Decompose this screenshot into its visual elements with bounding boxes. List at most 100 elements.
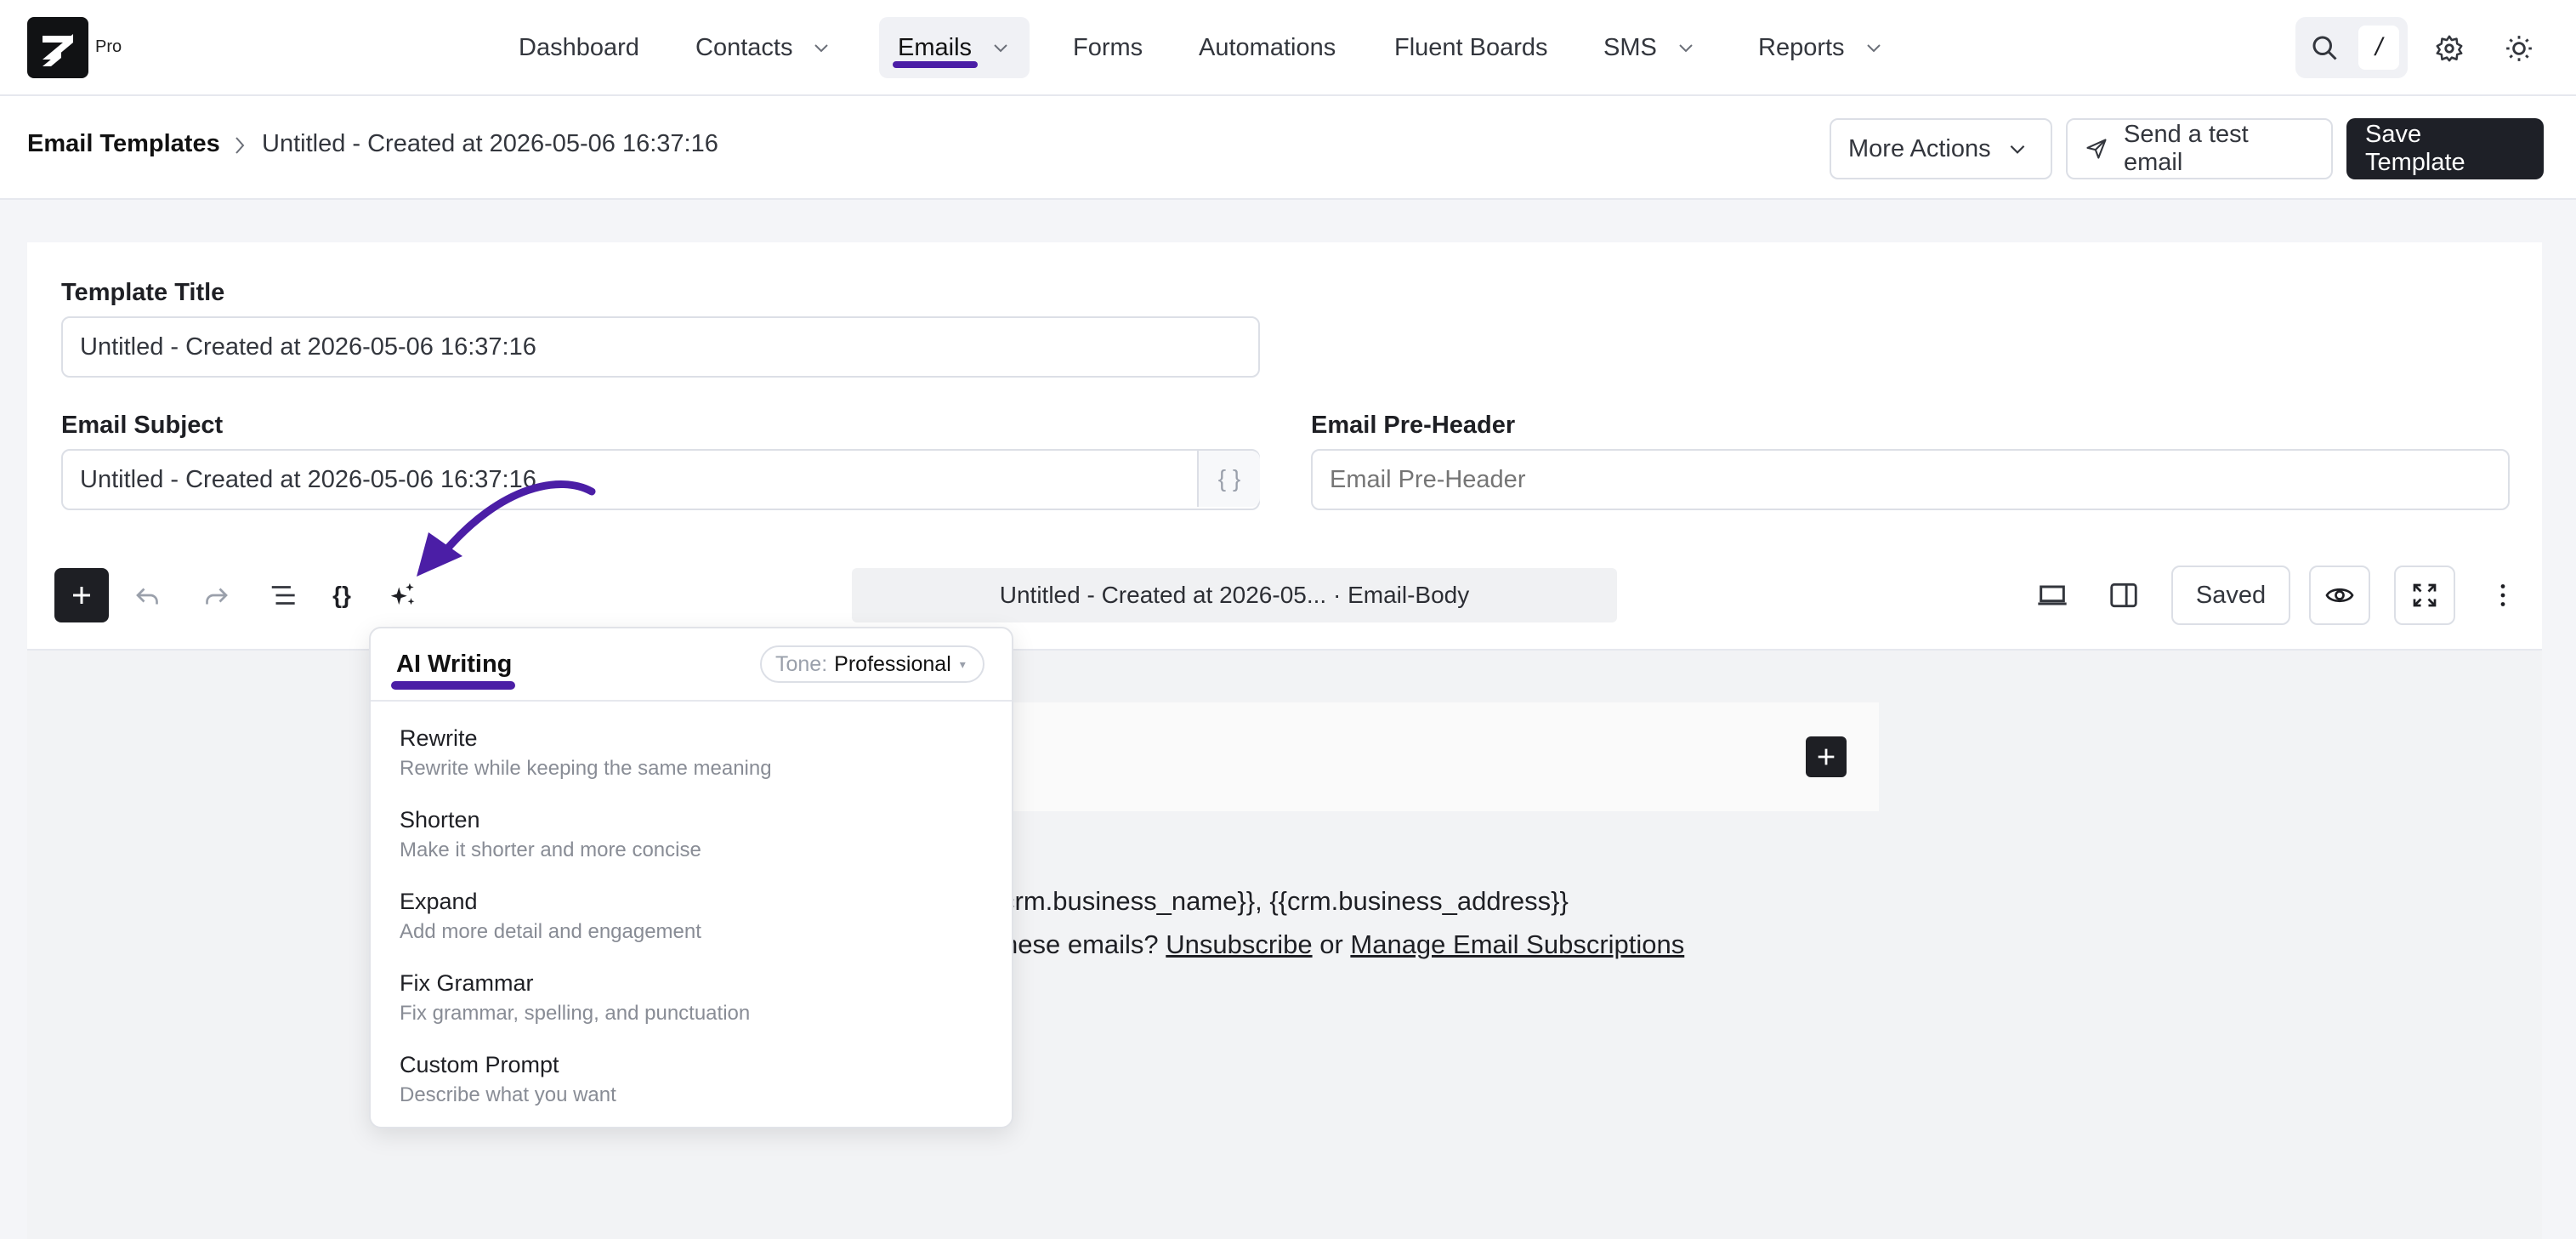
ai-title-highlight bbox=[391, 681, 515, 690]
chevron-down-icon bbox=[1866, 44, 1881, 53]
template-title-input[interactable] bbox=[61, 316, 1260, 378]
email-block-placeholder[interactable] bbox=[935, 702, 1879, 811]
template-title-label: Template Title bbox=[61, 279, 225, 306]
chevron-right-icon bbox=[235, 137, 245, 154]
footer-business-info: crm.business_name}}, {{crm.business_addr… bbox=[1001, 886, 1569, 916]
nav-item-forms[interactable]: Forms bbox=[1054, 17, 1161, 78]
nav-label: Contacts bbox=[695, 33, 793, 61]
nav-label: Dashboard bbox=[519, 33, 639, 61]
nav-item-reports[interactable]: Reports bbox=[1739, 17, 1903, 78]
settings-button[interactable] bbox=[2433, 32, 2465, 65]
desktop-preview-icon bbox=[2038, 585, 2067, 605]
list-view-icon bbox=[271, 586, 295, 605]
tone-selector[interactable]: Tone: Professional ▾ bbox=[760, 645, 984, 683]
footer-text: nese emails? bbox=[1003, 929, 1166, 959]
theme-toggle-button[interactable] bbox=[2503, 32, 2535, 65]
active-nav-indicator bbox=[893, 61, 978, 68]
document-title-bar[interactable]: Untitled - Created at 2026-05... · Email… bbox=[852, 568, 1617, 622]
pro-badge: Pro bbox=[95, 37, 122, 56]
ai-action-title: Rewrite bbox=[400, 725, 478, 751]
sidebar-toggle-icon bbox=[2110, 583, 2137, 608]
undo-icon bbox=[136, 588, 158, 605]
sidebar-toggle-button[interactable] bbox=[2107, 578, 2141, 612]
nav-item-contacts[interactable]: Contacts bbox=[677, 17, 850, 78]
preview-button[interactable] bbox=[2309, 566, 2370, 625]
fullscreen-icon bbox=[2413, 583, 2437, 607]
ai-action-title: Custom Prompt bbox=[400, 1052, 559, 1077]
nav-item-fluent-boards[interactable]: Fluent Boards bbox=[1376, 17, 1567, 78]
ai-action-desc: Add more detail and engagement bbox=[400, 920, 701, 943]
ai-action-title: Fix Grammar bbox=[400, 970, 534, 996]
more-vertical-icon bbox=[2500, 584, 2505, 606]
nav-label: Automations bbox=[1199, 33, 1336, 61]
more-actions-button[interactable]: More Actions bbox=[1830, 118, 2052, 179]
nav-label: Emails bbox=[898, 33, 973, 61]
breadcrumb-current: Untitled - Created at 2026-05-06 16:37:1… bbox=[262, 130, 718, 157]
tone-label: Tone: bbox=[775, 651, 828, 676]
save-template-button[interactable]: Save Template bbox=[2346, 118, 2544, 179]
ai-action-desc: Rewrite while keeping the same meaning bbox=[400, 757, 772, 780]
caret-down-icon: ▾ bbox=[959, 656, 966, 671]
saved-status-button[interactable]: Saved bbox=[2171, 566, 2290, 625]
manage-subscriptions-link[interactable]: Manage Email Subscriptions bbox=[1350, 929, 1684, 959]
nav-label: Fluent Boards bbox=[1394, 33, 1548, 61]
smartcode-insert-button[interactable]: { } bbox=[1197, 451, 1260, 507]
chevron-down-icon bbox=[1679, 44, 1693, 53]
redo-button[interactable] bbox=[199, 578, 233, 612]
email-subject-label: Email Subject bbox=[61, 412, 224, 439]
smartcode-icon: {} bbox=[332, 582, 351, 608]
nav-item-sms[interactable]: SMS bbox=[1585, 17, 1715, 78]
list-view-button[interactable] bbox=[267, 578, 301, 612]
settings-gear-icon bbox=[2436, 35, 2463, 62]
footer-unsubscribe-line: nese emails? Unsubscribe or Manage Email… bbox=[1003, 929, 1684, 960]
ai-action-rewrite[interactable]: Rewrite Rewrite while keeping the same m… bbox=[400, 725, 995, 797]
theme-sun-icon bbox=[2506, 36, 2532, 61]
redo-icon bbox=[206, 588, 228, 605]
ai-action-title: Expand bbox=[400, 889, 478, 914]
send-paper-plane-icon bbox=[2086, 139, 2107, 159]
send-test-email-button[interactable]: Send a test email bbox=[2066, 118, 2333, 179]
breadcrumb-email-templates[interactable]: Email Templates bbox=[27, 130, 220, 158]
plus-icon bbox=[1818, 748, 1835, 765]
nav-item-automations[interactable]: Automations bbox=[1180, 17, 1354, 78]
nav-item-emails[interactable]: Emails bbox=[879, 17, 1030, 78]
global-search[interactable]: / bbox=[2295, 17, 2408, 78]
email-preheader-input[interactable] bbox=[1311, 449, 2510, 510]
ai-action-title: Shorten bbox=[400, 807, 480, 833]
ai-writing-menu: AI Writing Tone: Professional ▾ Rewrite … bbox=[369, 627, 1013, 1128]
send-test-email-label: Send a test email bbox=[2123, 121, 2249, 176]
desktop-preview-button[interactable] bbox=[2035, 578, 2069, 612]
top-navigation: Pro Dashboard Contacts Emails Forms Auto… bbox=[0, 0, 2576, 96]
smartcode-button[interactable]: {} bbox=[325, 578, 359, 612]
block-inserter-button[interactable] bbox=[1806, 736, 1847, 777]
ai-action-fix-grammar[interactable]: Fix Grammar Fix grammar, spelling, and p… bbox=[400, 970, 995, 1042]
page-header: Email Templates Untitled - Created at 20… bbox=[0, 96, 2576, 200]
fullscreen-button[interactable] bbox=[2394, 566, 2455, 625]
undo-button[interactable] bbox=[131, 578, 165, 612]
chevron-down-icon bbox=[2010, 145, 2024, 154]
ai-menu-header: AI Writing Tone: Professional ▾ bbox=[371, 628, 1012, 702]
ai-action-desc: Describe what you want bbox=[400, 1083, 616, 1106]
email-subject-input[interactable] bbox=[61, 449, 1260, 510]
more-options-button[interactable] bbox=[2486, 578, 2520, 612]
ai-action-expand[interactable]: Expand Add more detail and engagement bbox=[400, 889, 995, 960]
add-block-button[interactable] bbox=[54, 568, 109, 622]
preview-eye-icon bbox=[2325, 588, 2354, 603]
annotation-arrow-icon bbox=[417, 480, 596, 577]
chevron-down-icon bbox=[994, 44, 1007, 53]
nav-item-dashboard[interactable]: Dashboard bbox=[500, 17, 658, 78]
ai-menu-title: AI Writing bbox=[396, 651, 513, 678]
unsubscribe-link[interactable]: Unsubscribe bbox=[1166, 929, 1312, 959]
chevron-down-icon bbox=[814, 44, 829, 53]
tone-value: Professional bbox=[834, 651, 951, 676]
fluentcrm-logo[interactable] bbox=[27, 17, 88, 78]
nav-label: Forms bbox=[1073, 33, 1143, 61]
slash-shortcut-icon: / bbox=[2358, 26, 2399, 70]
search-icon bbox=[2312, 36, 2337, 60]
ai-action-custom-prompt[interactable]: Custom Prompt Describe what you want bbox=[400, 1052, 995, 1123]
add-block-icon bbox=[73, 587, 90, 604]
ai-action-desc: Fix grammar, spelling, and punctuation bbox=[400, 1002, 751, 1025]
ai-action-shorten[interactable]: Shorten Make it shorter and more concise bbox=[400, 807, 995, 878]
email-preheader-label: Email Pre-Header bbox=[1311, 412, 1516, 439]
nav-label: SMS bbox=[1603, 33, 1657, 61]
